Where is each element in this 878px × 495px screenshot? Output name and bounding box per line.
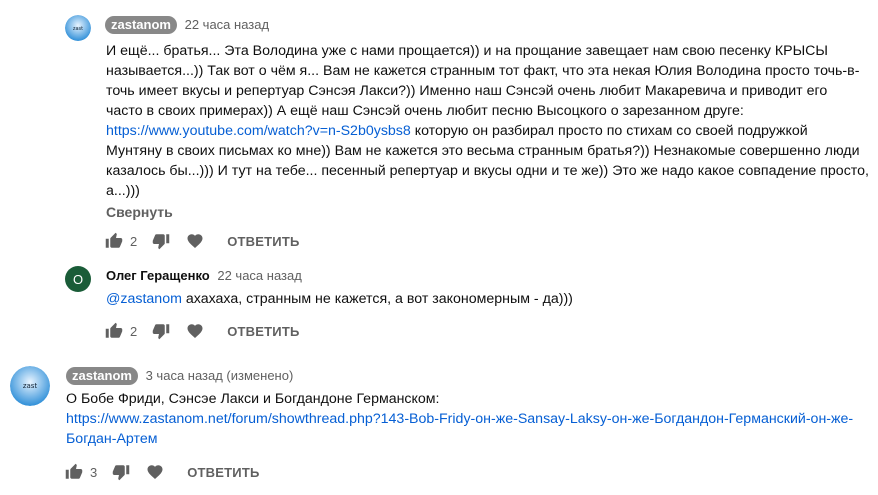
text-line: называется...)) Так вот о чём я... Вам н… bbox=[106, 63, 860, 79]
text-fragment: которую он разбирал просто по стихам со … bbox=[410, 123, 808, 139]
thumb-down-icon[interactable] bbox=[111, 462, 131, 482]
heart-icon[interactable] bbox=[145, 462, 165, 482]
text-line: часто в своих примерах)) А ещё наш Сэнсэ… bbox=[106, 103, 744, 119]
comment-actions: 2 ОТВЕТИТЬ bbox=[104, 229, 300, 253]
author-chip[interactable]: zastanom bbox=[66, 367, 138, 385]
forum-link[interactable]: https://www.zastanom.net/forum/showthrea… bbox=[66, 409, 853, 429]
comment-header: zastanom 22 часа назад bbox=[105, 16, 269, 34]
svg-text:zast: zast bbox=[73, 26, 83, 32]
comment-actions: 2 ОТВЕТИТЬ bbox=[104, 319, 300, 343]
text-fragment: ахахаха, странным не кажется, а вот зако… bbox=[181, 291, 573, 307]
timestamp[interactable]: 22 часа назад bbox=[217, 268, 301, 283]
text-line: https://www.youtube.com/watch?v=n-S2b0ys… bbox=[106, 121, 869, 141]
avatar[interactable]: zast bbox=[65, 15, 91, 41]
comment-header: Олег Геращенко 22 часа назад bbox=[106, 268, 302, 284]
forum-link-continued[interactable]: Богдан-Артем bbox=[66, 429, 853, 449]
comment-actions: 3 ОТВЕТИТЬ bbox=[64, 460, 260, 484]
avatar-letter: О bbox=[72, 271, 84, 287]
heart-icon[interactable] bbox=[185, 321, 205, 341]
reply-button[interactable]: ОТВЕТИТЬ bbox=[227, 324, 299, 339]
comment-text: О Бобе Фриди, Сэнсэе Лакси и Богдандоне … bbox=[66, 389, 853, 449]
like-count: 3 bbox=[90, 464, 98, 480]
avatar[interactable]: zast bbox=[10, 366, 50, 406]
avatar[interactable]: О bbox=[65, 266, 91, 292]
author-name[interactable]: Олег Геращенко bbox=[106, 268, 210, 283]
thumb-down-icon[interactable] bbox=[151, 321, 171, 341]
heart-icon[interactable] bbox=[185, 231, 205, 251]
text-line: точь имеет вкусы и репертуар Сэнсэя Лакс… bbox=[106, 83, 828, 99]
mention-link[interactable]: @zastanom bbox=[106, 291, 182, 307]
text-line: @zastanom ахахаха, странным не кажется, … bbox=[106, 289, 573, 309]
thumb-up-icon[interactable] bbox=[104, 231, 124, 251]
comment-header: zastanom 3 часа назад (изменено) bbox=[66, 367, 293, 385]
thumb-down-icon[interactable] bbox=[151, 231, 171, 251]
thumb-up-icon[interactable] bbox=[104, 321, 124, 341]
collapse-button[interactable]: Свернуть bbox=[106, 203, 173, 221]
youtube-link[interactable]: https://www.youtube.com/watch?v=n-S2b0ys… bbox=[106, 123, 411, 139]
text-line: казалось бы...))) И тут на тебе... песен… bbox=[106, 163, 869, 179]
zastanom-logo-icon: zast bbox=[10, 366, 50, 406]
comment-text: @zastanom ахахаха, странным не кажется, … bbox=[106, 289, 573, 309]
timestamp[interactable]: 3 часа назад (изменено) bbox=[146, 368, 294, 383]
thumb-up-icon[interactable] bbox=[64, 462, 84, 482]
like-count: 2 bbox=[130, 233, 138, 249]
timestamp[interactable]: 22 часа назад bbox=[185, 17, 269, 32]
reply-button[interactable]: ОТВЕТИТЬ bbox=[227, 234, 299, 249]
text-line: Мунтяну в своих письмах ко мне)) Вам не … bbox=[106, 143, 860, 159]
comment-text: И ещё... братья... Эта Володина уже с на… bbox=[106, 41, 869, 201]
zastanom-logo-icon: zast bbox=[65, 15, 91, 41]
text-line: а...))) bbox=[106, 183, 140, 199]
reply-button[interactable]: ОТВЕТИТЬ bbox=[187, 465, 259, 480]
text-line: И ещё... братья... Эта Володина уже с на… bbox=[106, 43, 828, 59]
svg-text:zast: zast bbox=[23, 382, 38, 390]
like-count: 2 bbox=[130, 323, 138, 339]
text-line: О Бобе Фриди, Сэнсэе Лакси и Богдандоне … bbox=[66, 391, 440, 407]
author-chip[interactable]: zastanom bbox=[105, 16, 177, 34]
